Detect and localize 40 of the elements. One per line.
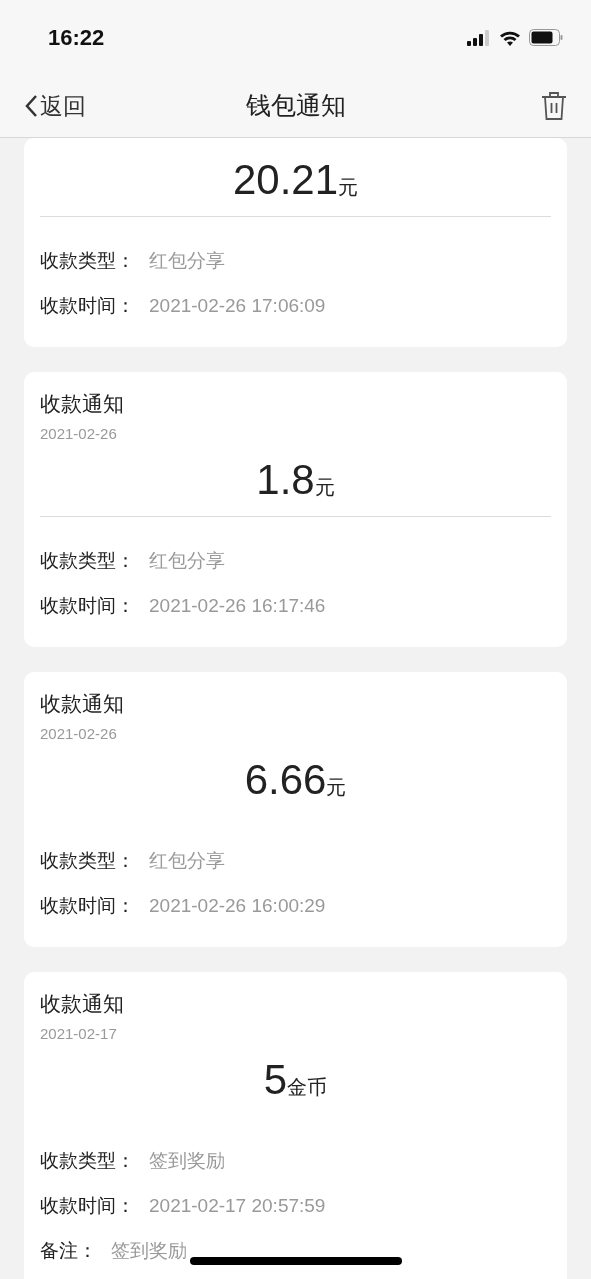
field-label: 收款类型： (40, 549, 135, 574)
card-date: 2021-02-26 (40, 424, 118, 444)
field-value: 红包分享 (149, 549, 225, 574)
card-title: 收款通知 (40, 691, 125, 717)
amount: 1.8 (256, 456, 315, 504)
field-label: 收款类型： (40, 1149, 135, 1174)
amount-unit: 元 (326, 774, 347, 800)
field-value: 红包分享 (149, 249, 225, 274)
card-date: 2021-02-17 (40, 1024, 118, 1044)
field-label: 收款时间： (40, 894, 135, 919)
card-date: 2021-02-26 (40, 724, 118, 744)
field-label: 收款时间： (40, 1194, 135, 1219)
field-label: 收款时间： (40, 294, 135, 319)
amount: 6.66 (244, 756, 327, 804)
field-value: 2021-02-26 16:17:46 (149, 594, 326, 619)
amount-unit: 元 (338, 174, 359, 200)
field-value: 红包分享 (149, 849, 225, 874)
field-value: 2021-02-26 17:06:09 (149, 294, 326, 319)
signal-icon (467, 29, 491, 46)
amount: 5 (263, 1056, 288, 1104)
status-time: 16:22 (48, 24, 105, 52)
page-title: 钱包通知 (245, 90, 346, 122)
card-title: 收款通知 (40, 391, 125, 417)
battery-icon (529, 29, 563, 46)
field-label: 备注： (40, 1239, 97, 1264)
field-label: 收款时间： (40, 594, 135, 619)
trash-icon[interactable] (541, 91, 567, 121)
amount: 20.21 (232, 156, 339, 204)
field-value: 2021-02-17 20:57:59 (149, 1194, 326, 1219)
field-label: 收款类型： (40, 849, 135, 874)
card-title: 收款通知 (40, 991, 125, 1017)
field-value: 签到奖励 (149, 1149, 225, 1174)
field-label: 收款类型： (40, 249, 135, 274)
field-value: 2021-02-26 16:00:29 (149, 894, 326, 919)
chevron-left-icon (24, 94, 38, 118)
amount-unit: 元 (314, 474, 335, 500)
field-value: 签到奖励 (111, 1239, 187, 1264)
wifi-icon (499, 29, 521, 46)
amount-unit: 金币 (287, 1075, 328, 1100)
back-button[interactable]: 返回 (24, 88, 86, 124)
